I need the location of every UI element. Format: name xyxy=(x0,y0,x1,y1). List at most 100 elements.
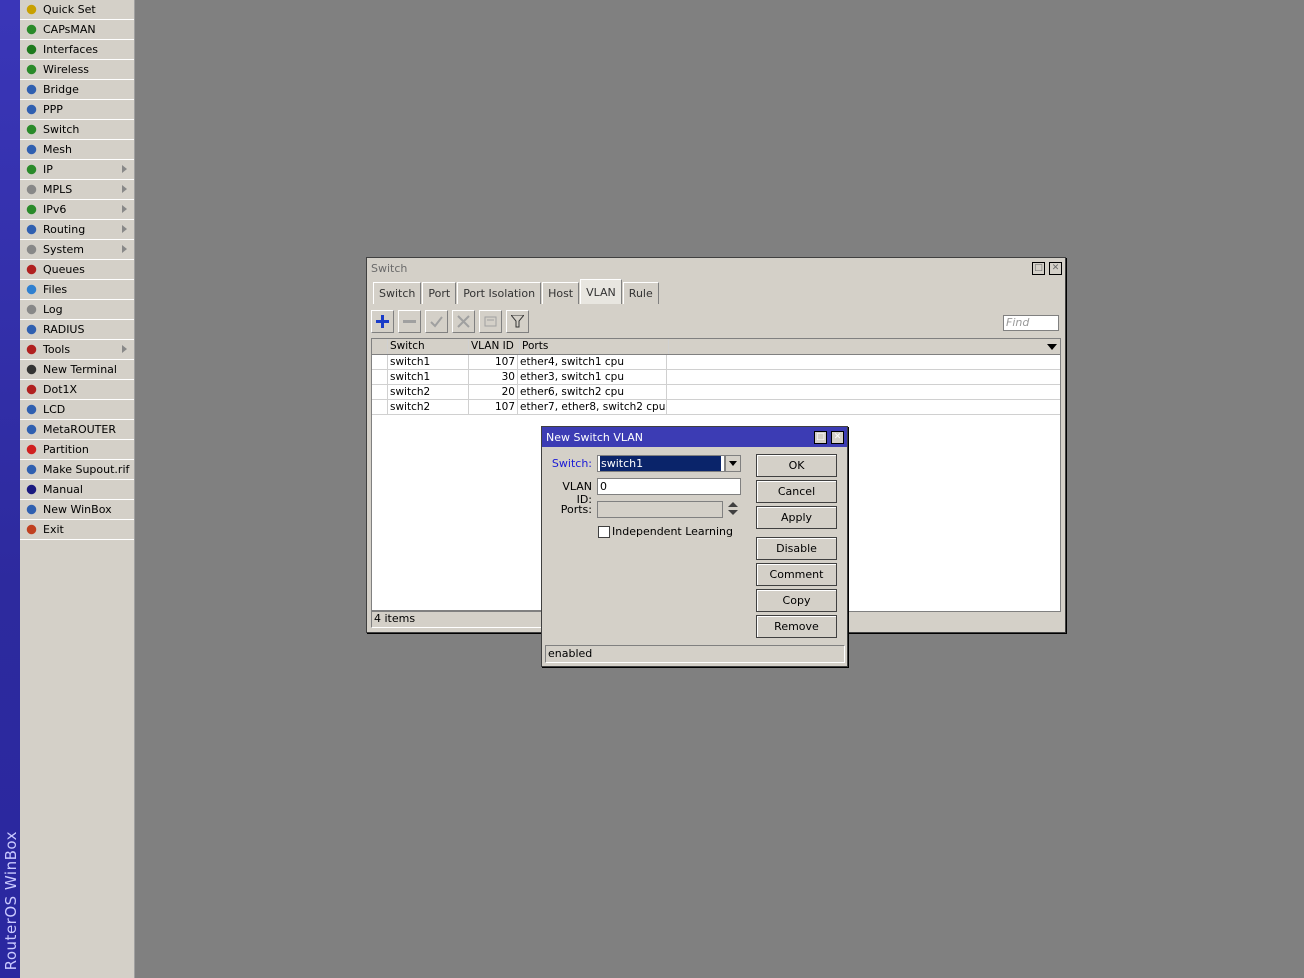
sidebar-item-routing[interactable]: Routing xyxy=(20,220,134,240)
column-switch[interactable]: Switch xyxy=(388,339,469,354)
dot1x-icon xyxy=(24,383,39,396)
down-arrow-icon xyxy=(728,510,738,515)
chevron-right-icon xyxy=(122,225,127,233)
sidebar-item-quick-set[interactable]: Quick Set xyxy=(20,0,134,20)
sidebar-item-label: New Terminal xyxy=(43,363,117,376)
cell-vlan-id: 30 xyxy=(469,370,518,384)
column-vlan-id[interactable]: VLAN ID xyxy=(469,339,520,354)
close-icon[interactable]: ✕ xyxy=(831,431,844,444)
cell-ports: ether6, switch2 cpu xyxy=(518,385,667,399)
cell-switch: switch1 xyxy=(388,355,469,369)
independent-learning-label: Independent Learning xyxy=(612,525,733,538)
chevron-right-icon xyxy=(122,165,127,173)
find-input[interactable]: Find xyxy=(1003,315,1059,331)
sidebar-item-lcd[interactable]: LCD xyxy=(20,400,134,420)
cell-ports: ether4, switch1 cpu xyxy=(518,355,667,369)
ports-updown-button[interactable] xyxy=(727,501,739,518)
table-row[interactable]: switch1 107 ether4, switch1 cpu xyxy=(372,355,1060,370)
tab-port-isolation[interactable]: Port Isolation xyxy=(457,282,542,304)
independent-learning-checkbox[interactable] xyxy=(598,526,610,538)
cell-vlan-id: 107 xyxy=(469,400,518,414)
sidebar-item-tools[interactable]: Tools xyxy=(20,340,134,360)
sidebar-item-ipv6[interactable]: IPv6 xyxy=(20,200,134,220)
sidebar-item-queues[interactable]: Queues xyxy=(20,260,134,280)
remove-button[interactable] xyxy=(398,310,421,333)
winbox-icon xyxy=(24,503,39,516)
remove-button[interactable]: Remove xyxy=(756,615,837,638)
sidebar-item-bridge[interactable]: Bridge xyxy=(20,80,134,100)
sidebar-item-dot1x[interactable]: Dot1X xyxy=(20,380,134,400)
dialog-titlebar[interactable]: New Switch VLAN □ ✕ xyxy=(542,427,847,447)
sidebar-item-label: RADIUS xyxy=(43,323,85,336)
sidebar-item-ppp[interactable]: PPP xyxy=(20,100,134,120)
disable-button[interactable] xyxy=(452,310,475,333)
apply-button[interactable]: Apply xyxy=(756,506,837,529)
tab-port[interactable]: Port xyxy=(422,282,457,304)
enable-button[interactable] xyxy=(425,310,448,333)
sidebar-item-switch[interactable]: Switch xyxy=(20,120,134,140)
mpls-icon xyxy=(24,183,39,196)
sidebar-item-new-terminal[interactable]: New Terminal xyxy=(20,360,134,380)
ok-button[interactable]: OK xyxy=(756,454,837,477)
sidebar-item-label: IP xyxy=(43,163,53,176)
sidebar-item-label: Exit xyxy=(43,523,64,536)
filter-button[interactable] xyxy=(506,310,529,333)
cell-ports: ether7, ether8, switch2 cpu xyxy=(520,400,667,414)
chevron-right-icon xyxy=(122,205,127,213)
sidebar-item-exit[interactable]: Exit xyxy=(20,520,134,540)
tab-vlan[interactable]: VLAN xyxy=(580,279,622,304)
brand-bar: RouterOS WinBox xyxy=(0,0,20,978)
chevron-right-icon xyxy=(122,245,127,253)
sidebar-item-interfaces[interactable]: Interfaces xyxy=(20,40,134,60)
switch-window-titlebar[interactable]: Switch □ ✕ xyxy=(367,258,1065,278)
disable-button[interactable]: Disable xyxy=(756,537,837,560)
wand-icon xyxy=(24,3,39,16)
switch-select[interactable]: switch1 xyxy=(597,455,725,472)
ports-field[interactable] xyxy=(597,501,723,518)
sidebar-item-system[interactable]: System xyxy=(20,240,134,260)
sidebar-item-wireless[interactable]: Wireless xyxy=(20,60,134,80)
row-filler xyxy=(667,355,1060,369)
comment-button[interactable]: Comment xyxy=(756,563,837,586)
table-row[interactable]: switch2 107 ether7, ether8, switch2 cpu xyxy=(372,400,1060,415)
column-menu[interactable] xyxy=(669,339,1060,354)
chevron-down-icon[interactable] xyxy=(1047,344,1057,350)
chevron-down-icon xyxy=(729,461,737,466)
column-ports[interactable]: Ports xyxy=(520,339,669,354)
sidebar-item-files[interactable]: Files xyxy=(20,280,134,300)
sidebar-item-capsman[interactable]: CAPsMAN xyxy=(20,20,134,40)
table-row[interactable]: switch2 20 ether6, switch2 cpu xyxy=(372,385,1060,400)
tab-host[interactable]: Host xyxy=(542,282,580,304)
sidebar-item-mesh[interactable]: Mesh xyxy=(20,140,134,160)
sidebar-item-metarouter[interactable]: MetaROUTER xyxy=(20,420,134,440)
plus-icon xyxy=(376,315,389,328)
sidebar-item-partition[interactable]: Partition xyxy=(20,440,134,460)
table-row[interactable]: switch1 30 ether3, switch1 cpu xyxy=(372,370,1060,385)
cancel-button[interactable]: Cancel xyxy=(756,480,837,503)
table-header: Switch VLAN ID Ports xyxy=(372,339,1060,355)
maximize-icon[interactable]: □ xyxy=(814,431,827,444)
tab-rule[interactable]: Rule xyxy=(622,282,659,304)
row-marker xyxy=(372,385,388,399)
sidebar-item-mpls[interactable]: MPLS xyxy=(20,180,134,200)
dropdown-button[interactable] xyxy=(725,455,741,472)
sidebar-item-ip[interactable]: IP xyxy=(20,160,134,180)
tab-switch[interactable]: Switch xyxy=(373,282,422,304)
cell-vlan-id: 107 xyxy=(469,355,518,369)
maximize-icon[interactable]: □ xyxy=(1032,262,1045,275)
copy-button[interactable]: Copy xyxy=(756,589,837,612)
filter-icon xyxy=(511,315,524,328)
sidebar-item-new-winbox[interactable]: New WinBox xyxy=(20,500,134,520)
comment-button[interactable] xyxy=(479,310,502,333)
sidebar-menu: Quick Set CAPsMAN Interfaces Wireless Bridge… xyxy=(20,0,135,978)
sidebar-item-manual[interactable]: Manual xyxy=(20,480,134,500)
switch-label: Switch: xyxy=(551,457,592,470)
close-icon[interactable]: ✕ xyxy=(1049,262,1062,275)
sidebar-item-make-supout-rif[interactable]: Make Supout.rif xyxy=(20,460,134,480)
sidebar-item-log[interactable]: Log xyxy=(20,300,134,320)
brand-title: RouterOS WinBox xyxy=(2,830,20,970)
add-button[interactable] xyxy=(371,310,394,333)
vlan-id-field[interactable]: 0 xyxy=(597,478,741,495)
files-icon xyxy=(24,283,39,296)
sidebar-item-radius[interactable]: RADIUS xyxy=(20,320,134,340)
